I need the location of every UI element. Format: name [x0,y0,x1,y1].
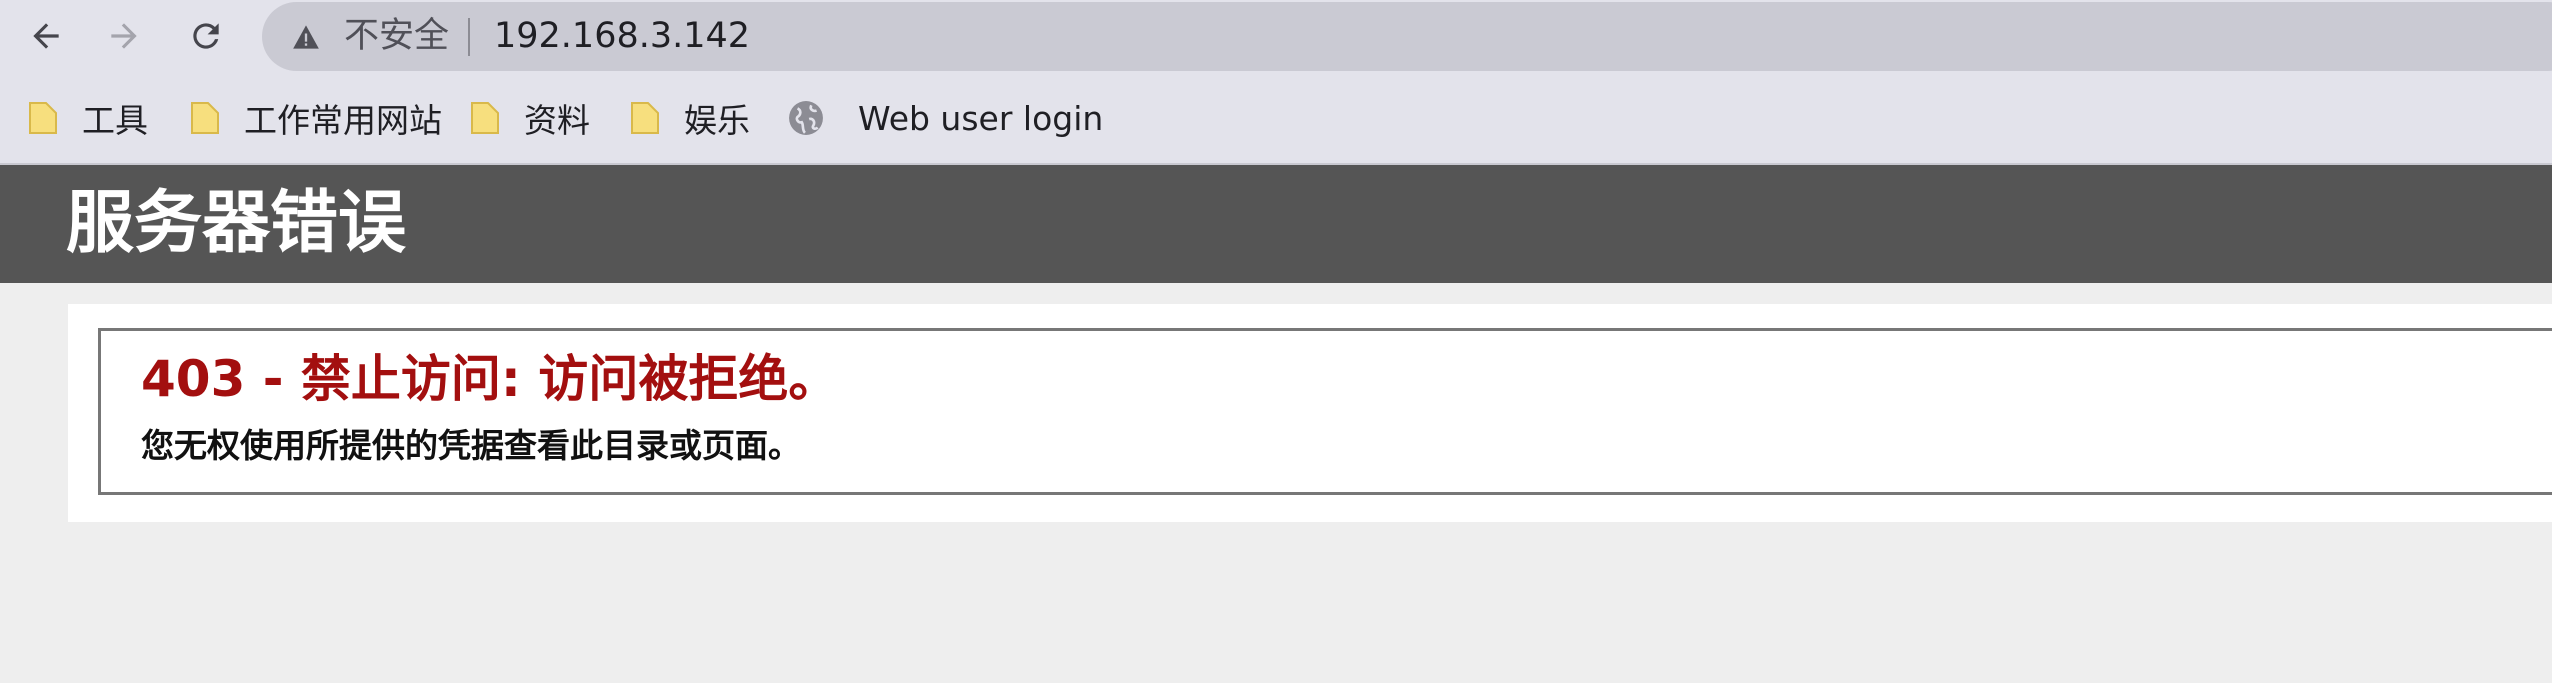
url-text[interactable]: 192.168.3.142 [494,2,750,71]
back-button[interactable] [20,10,72,62]
page-title: 服务器错误 [66,184,407,263]
bookmark-folder-tools[interactable]: 工具 [28,95,148,141]
bookmark-folder-work-sites[interactable]: 工作常用网站 [190,95,442,141]
bookmark-label: Web user login [858,98,1104,138]
bookmarks-bar: 工具 工作常用网站 资料 娱乐 Web user login [0,73,2552,165]
folder-icon [631,102,659,134]
security-status-label[interactable]: 不安全 [344,2,449,71]
browser-toolbar: 不安全 192.168.3.142 [0,0,2552,73]
content-container: 403 - 禁止访问: 访问被拒绝。 您无权使用所提供的凭据查看此目录或页面。 [68,304,2552,522]
warning-triangle-icon[interactable] [292,24,320,50]
bookmark-folder-entertainment[interactable]: 娱乐 [630,95,750,141]
bookmark-web-user-login[interactable]: Web user login [788,95,1103,141]
page-header: 服务器错误 [0,165,2552,283]
bookmark-label: 资料 [524,101,590,140]
error-message: 您无权使用所提供的凭据查看此目录或页面。 [141,426,801,465]
arrow-right-icon [111,23,137,49]
error-heading: 403 - 禁止访问: 访问被拒绝。 [141,350,839,408]
bookmark-folder-materials[interactable]: 资料 [470,95,590,141]
globe-icon [789,101,823,135]
bookmark-label: 工作常用网站 [244,101,442,140]
error-box: 403 - 禁止访问: 访问被拒绝。 您无权使用所提供的凭据查看此目录或页面。 [98,328,2552,495]
address-bar[interactable]: 不安全 192.168.3.142 [262,2,2552,71]
folder-icon [471,102,499,134]
folder-icon [29,102,57,134]
bookmark-label: 娱乐 [684,101,750,140]
reload-button[interactable] [180,10,232,62]
reload-icon [193,23,219,49]
arrow-left-icon [33,23,59,49]
omnibox-divider [468,18,470,56]
folder-icon [191,102,219,134]
bookmark-label: 工具 [82,101,148,140]
forward-button[interactable] [98,10,150,62]
